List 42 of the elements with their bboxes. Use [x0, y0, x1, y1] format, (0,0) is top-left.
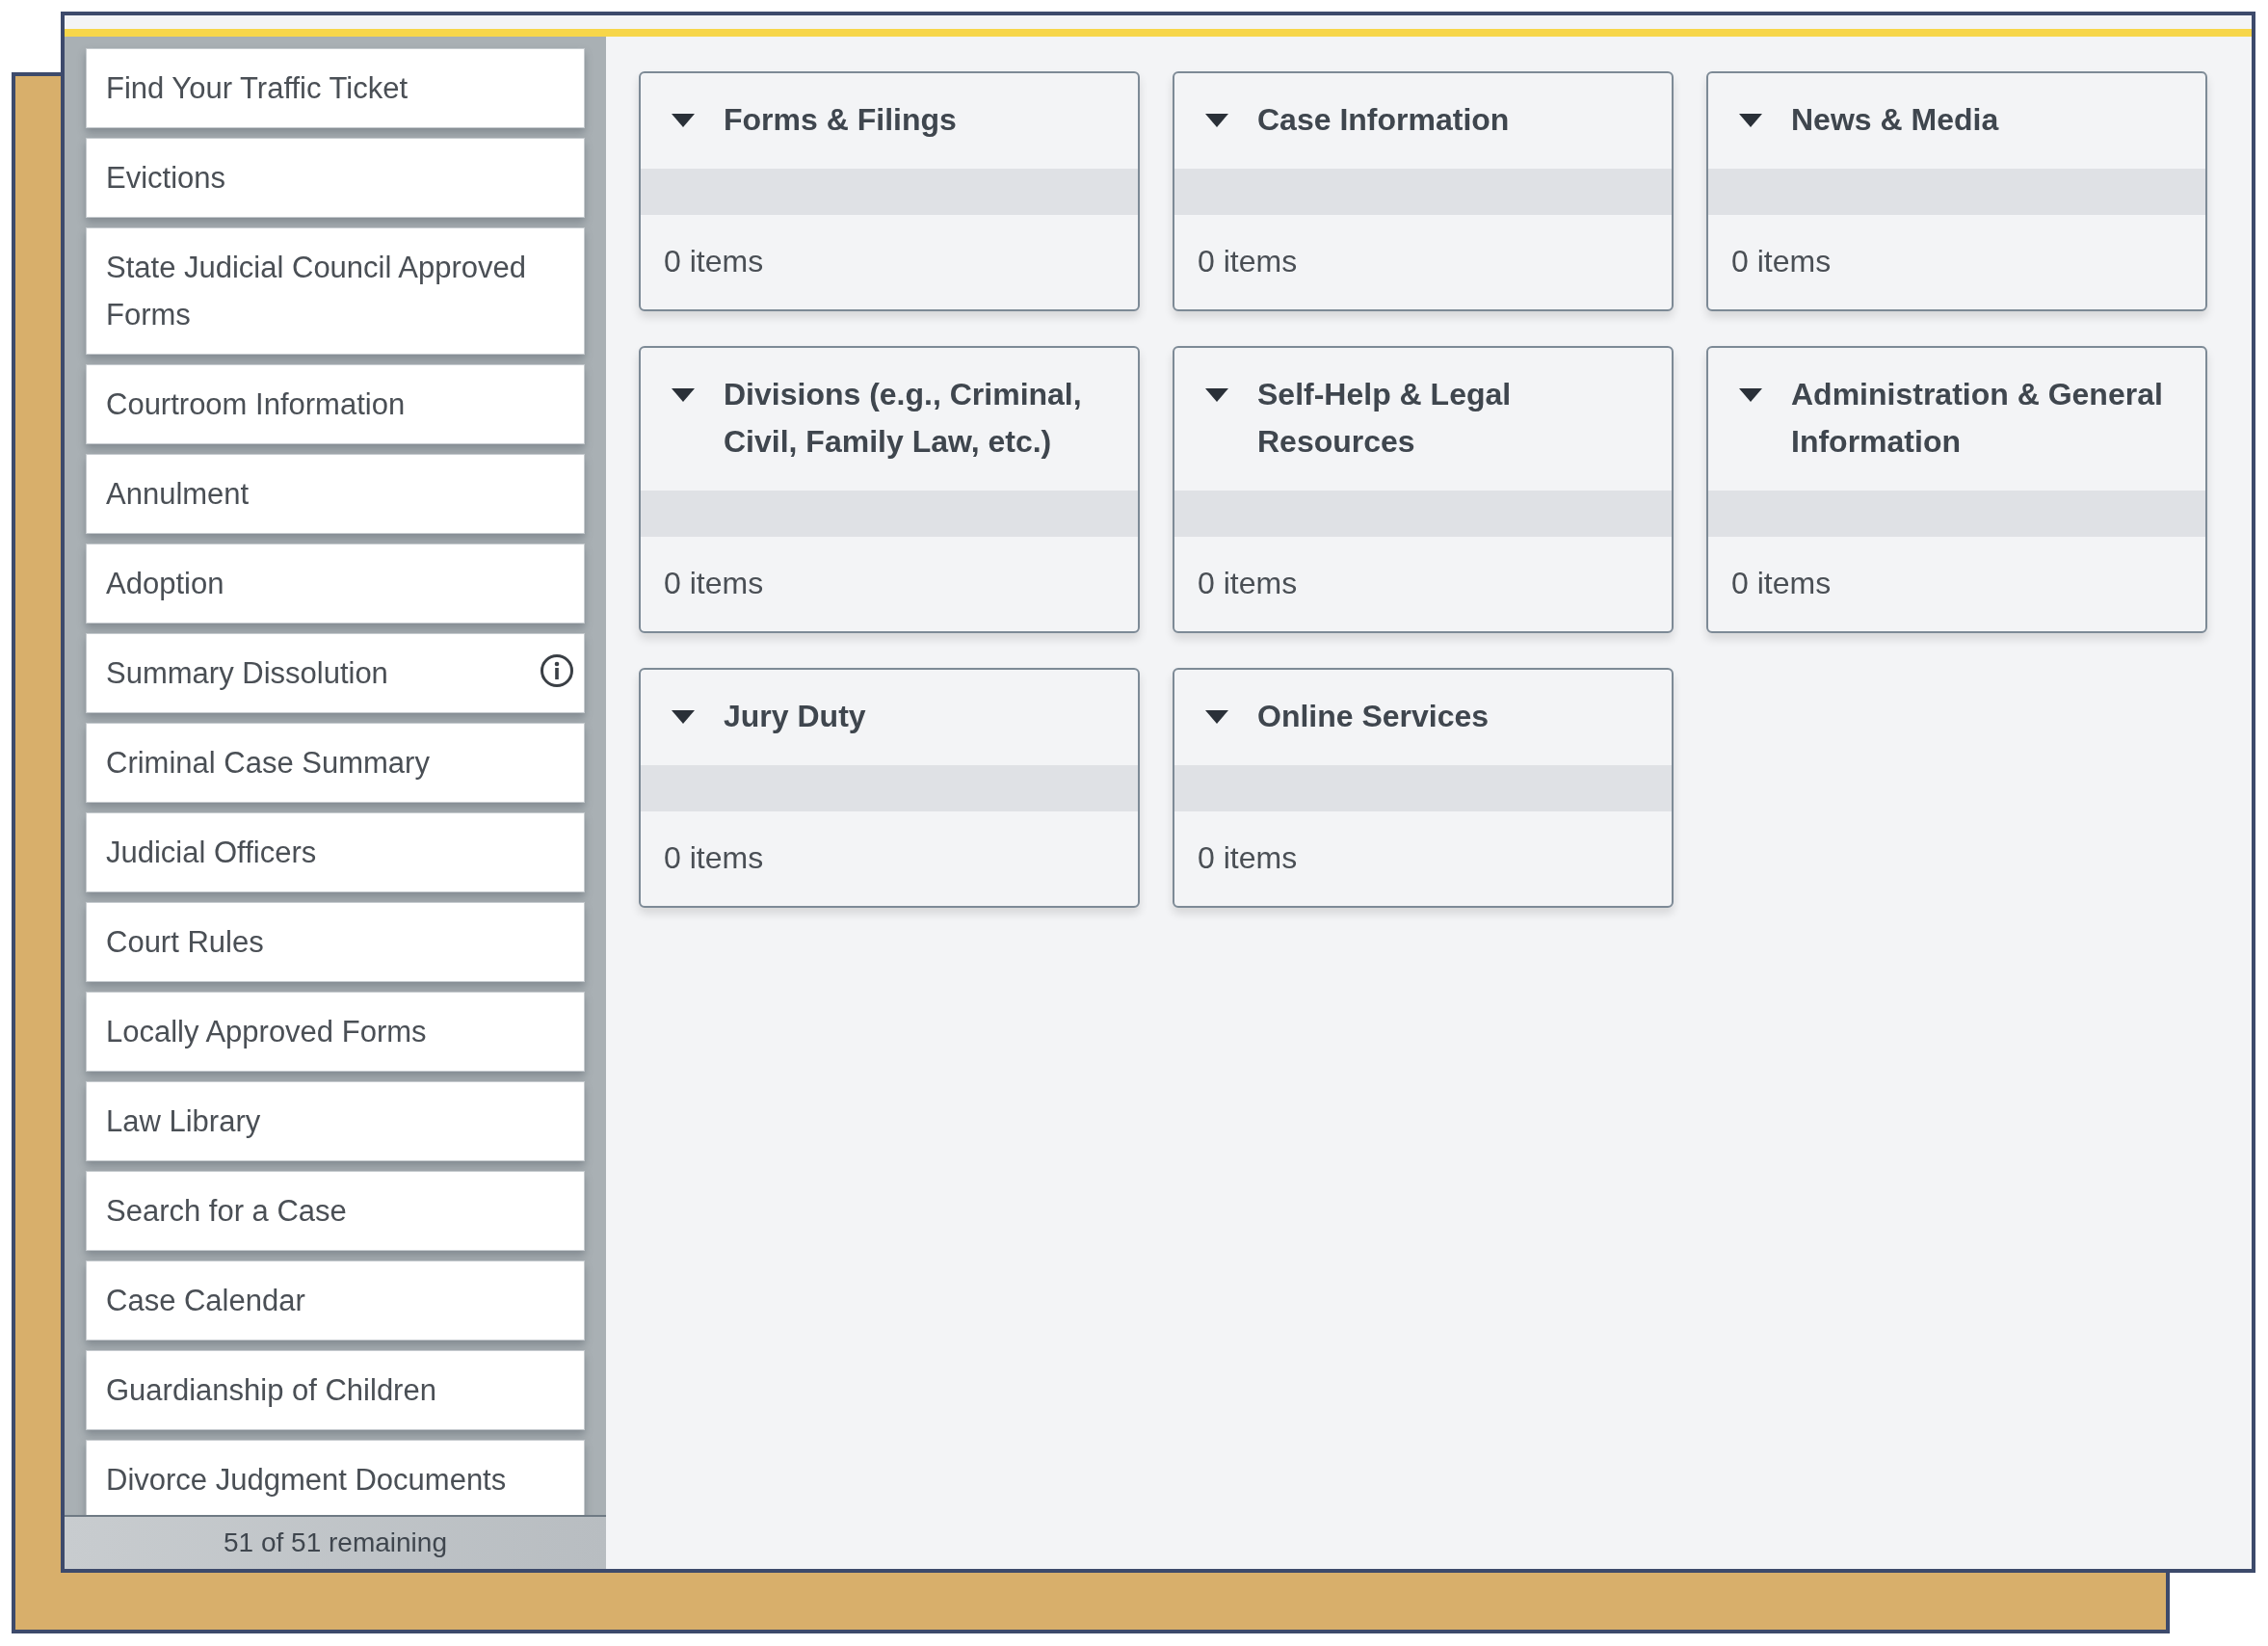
sidebar-item[interactable]: Annulment [86, 454, 585, 534]
caret-icon[interactable] [1205, 114, 1228, 127]
sidebar-item[interactable]: Guardianship of Children [86, 1350, 585, 1430]
sidebar-item[interactable]: Summary Dissolution [86, 633, 585, 713]
sidebar-item[interactable]: Adoption [86, 544, 585, 624]
card-title: Case Information [1257, 101, 1510, 139]
sidebar-item[interactable]: Find Your Traffic Ticket [86, 48, 585, 128]
sidebar-item[interactable]: Criminal Case Summary [86, 723, 585, 803]
caret-icon[interactable] [672, 114, 695, 127]
item-count: 0 items [1731, 566, 1832, 600]
item-count: 0 items [664, 244, 764, 279]
item-count: 0 items [1731, 244, 1832, 279]
sidebar-item[interactable]: Divorce Judgment Documents [86, 1440, 585, 1515]
card-title: Self-Help & Legal Resources [1257, 376, 1513, 461]
caret-icon[interactable] [672, 710, 695, 724]
caret-icon[interactable] [1205, 388, 1228, 402]
item-count: 0 items [664, 566, 764, 600]
card-title: Forms & Filings [724, 101, 957, 139]
sidebar-item[interactable]: State Judicial Council Approved Forms [86, 227, 585, 355]
card-title: Divisions (e.g., Criminal, Civil, Family Law, etc.) [724, 376, 1083, 461]
sidebar-item[interactable]: Law Library [86, 1081, 585, 1161]
info-icon[interactable] [540, 653, 574, 688]
card-title: Administration & General Information [1791, 376, 2164, 461]
item-count: 0 items [664, 840, 764, 875]
sidebar-item[interactable]: Judicial Officers [86, 812, 585, 892]
caret-icon[interactable] [1739, 114, 1762, 127]
remaining-count: 51 of 51 remaining [224, 1527, 447, 1559]
caret-icon[interactable] [1205, 710, 1228, 724]
sidebar-item[interactable]: Case Calendar [86, 1261, 585, 1341]
sidebar-item[interactable]: Court Rules [86, 902, 585, 982]
card-title: Online Services [1257, 698, 1490, 735]
sidebar-item[interactable]: Search for a Case [86, 1171, 585, 1251]
item-count: 0 items [1198, 244, 1298, 279]
sidebar-item[interactable]: Evictions [86, 138, 585, 218]
sidebar-item[interactable]: Courtroom Information [86, 364, 585, 444]
card-title: News & Media [1791, 101, 1999, 139]
item-count: 0 items [1198, 840, 1298, 875]
sidebar-item[interactable]: Locally Approved Forms [86, 992, 585, 1072]
caret-icon[interactable] [672, 388, 695, 402]
caret-icon[interactable] [1739, 388, 1762, 402]
item-count: 0 items [1198, 566, 1298, 600]
card-title: Jury Duty [724, 698, 866, 735]
